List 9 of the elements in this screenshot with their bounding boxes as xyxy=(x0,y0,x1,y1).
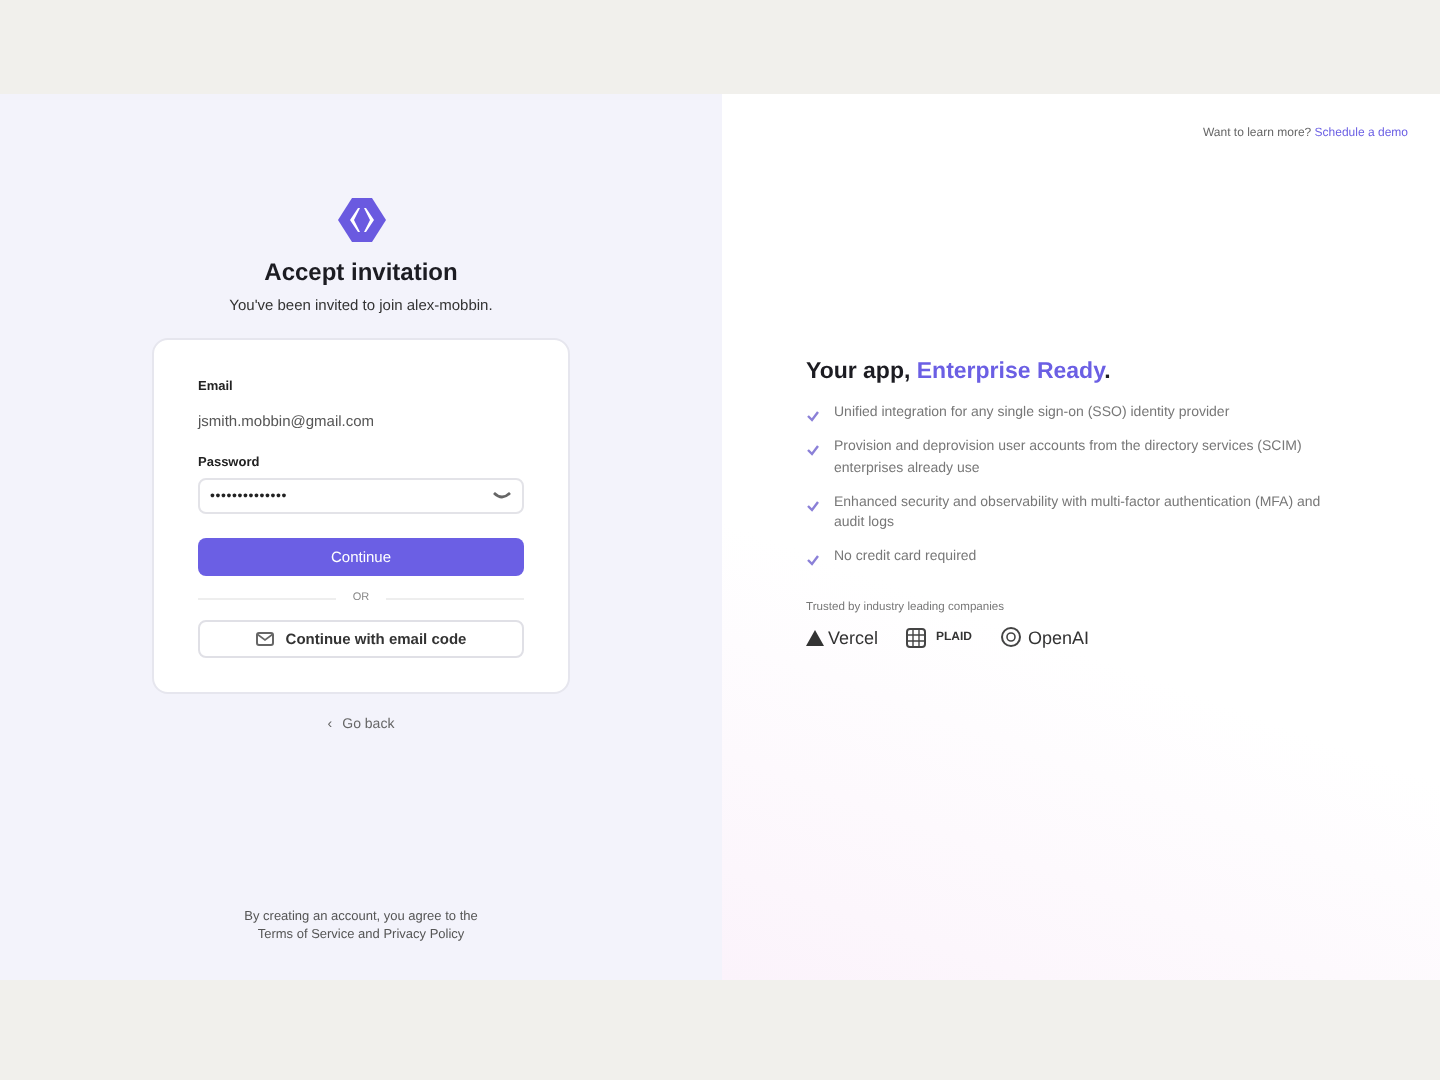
page-title: Accept invitation xyxy=(264,258,458,286)
knot-icon xyxy=(1000,626,1023,649)
triangle-icon xyxy=(806,629,824,646)
mail-icon xyxy=(255,632,274,646)
company-logo-text: OpenAI xyxy=(1028,627,1090,648)
company-logo-text: Vercel xyxy=(828,627,879,648)
grid-icon xyxy=(906,627,927,648)
logo-icon xyxy=(337,198,385,242)
headline: Your app, Enterprise Ready. xyxy=(806,360,1113,384)
